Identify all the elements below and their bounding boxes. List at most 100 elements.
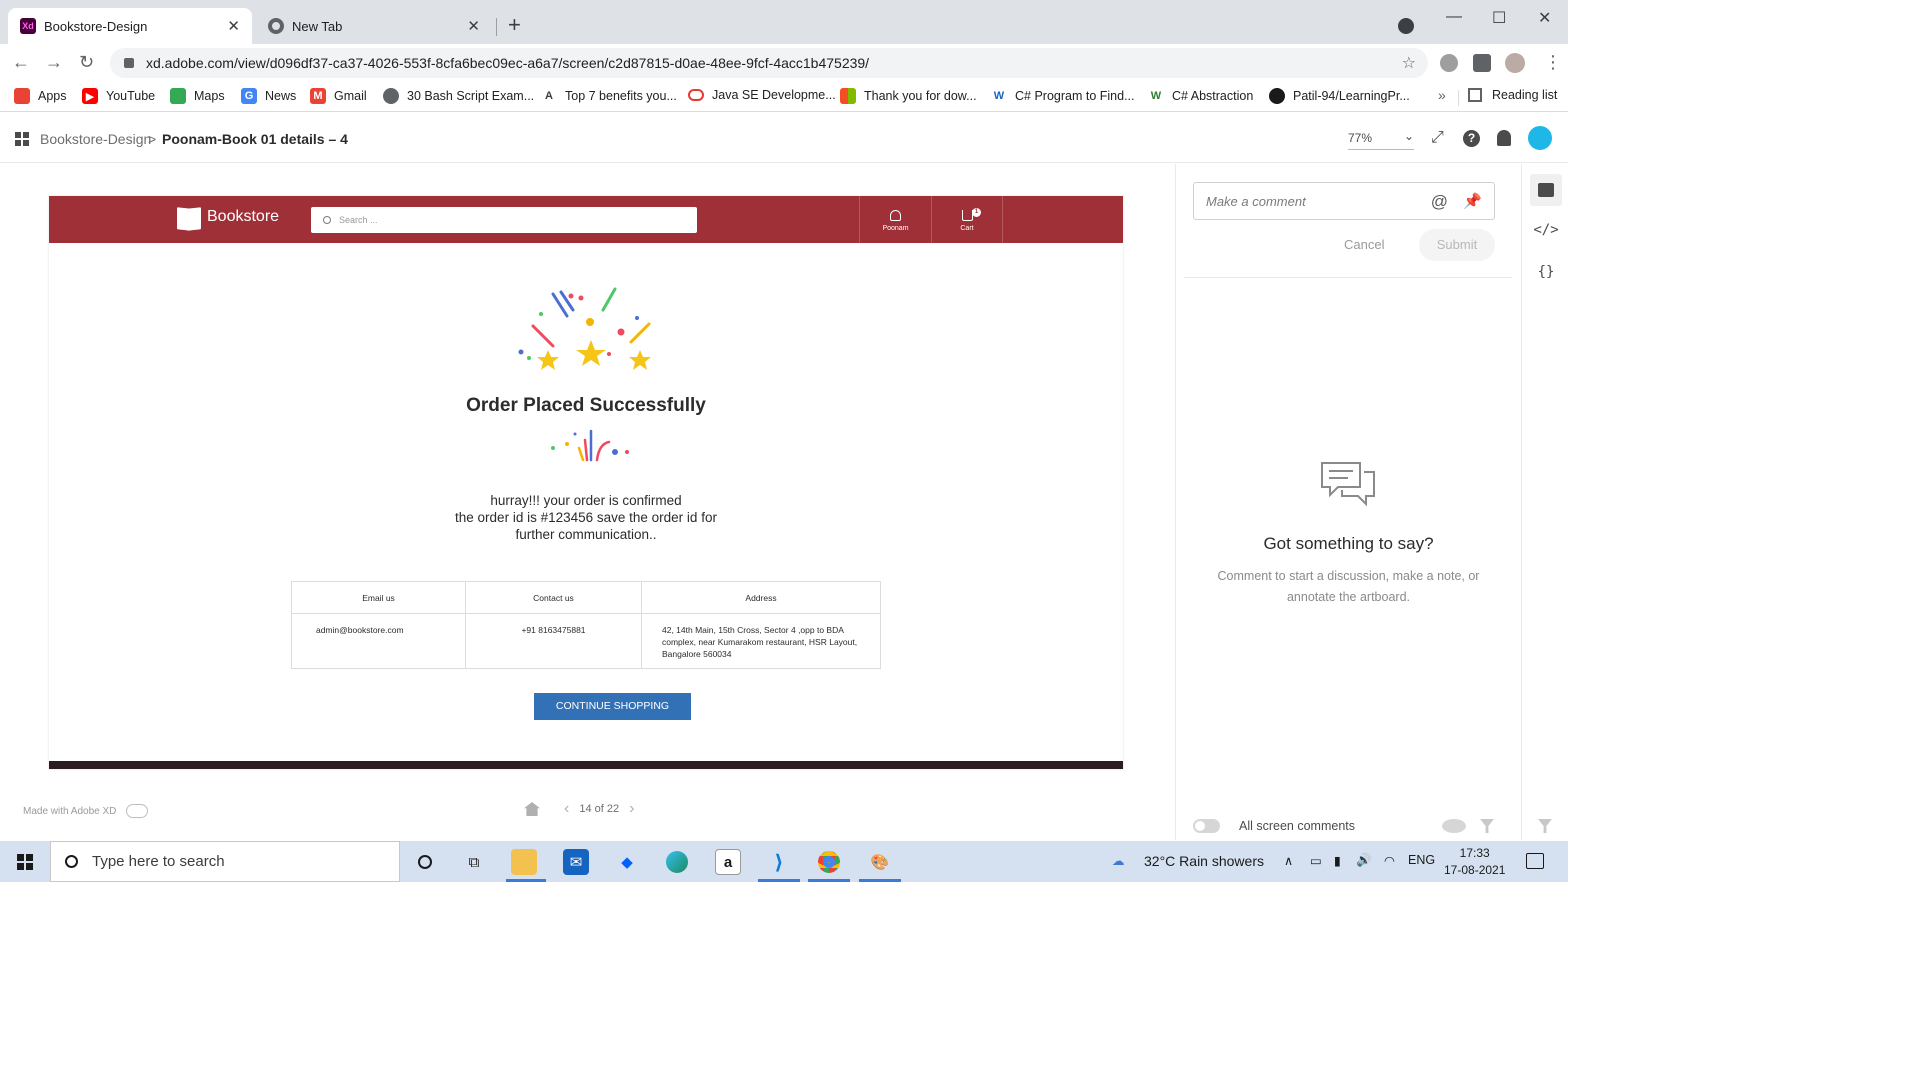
profile-avatar[interactable] (1505, 53, 1525, 73)
zoom-select[interactable]: 77% ⌄ (1348, 129, 1414, 150)
all-screen-comments-toggle[interactable] (1193, 819, 1220, 833)
help-icon[interactable]: ? (1463, 130, 1480, 147)
edge-icon[interactable] (664, 849, 690, 875)
weather-text[interactable]: 32°C Rain showers (1144, 853, 1264, 869)
home-icon[interactable] (524, 802, 540, 816)
bookmark-gmail[interactable]: M Gmail (310, 88, 367, 104)
address-bar[interactable]: xd.adobe.com/view/d096df37-ca37-4026-553… (110, 48, 1428, 78)
mail-icon[interactable]: ✉ (563, 849, 589, 875)
extension-bug-icon[interactable] (1440, 54, 1458, 72)
hide-comments-icon[interactable] (1442, 819, 1466, 833)
bookmark-news[interactable]: G News (241, 88, 296, 104)
bookmark-thankyou[interactable]: Thank you for dow... (840, 88, 977, 104)
tab-bookstore-design[interactable]: Xd Bookstore-Design ✕ (8, 8, 252, 44)
bookmark-github[interactable]: Patil-94/LearningPr... (1269, 88, 1410, 104)
new-tab-button[interactable]: + (508, 14, 521, 36)
reload-icon[interactable]: ↻ (79, 52, 94, 73)
submit-button[interactable]: Submit (1419, 229, 1495, 261)
tab-new-tab[interactable]: New Tab ✕ (256, 8, 492, 44)
fullscreen-icon[interactable]: ⤢ (1431, 129, 1444, 147)
lock-icon (124, 58, 134, 68)
user-avatar[interactable] (1528, 126, 1552, 150)
active-app-indicator (859, 879, 901, 882)
taskbar-search-placeholder: Type here to search (92, 853, 225, 870)
filter-icon[interactable] (1480, 819, 1494, 833)
bookmarks-overflow-icon[interactable]: » (1438, 87, 1446, 103)
bookmark-java[interactable]: Java SE Developme... (688, 88, 836, 102)
nav-profile[interactable]: Poonam (859, 196, 931, 243)
code-tool-button[interactable]: </> (1530, 214, 1562, 246)
a-icon: A (541, 88, 557, 104)
dropbox-icon[interactable]: ◆ (614, 849, 640, 875)
pin-icon[interactable]: 📌 (1463, 192, 1482, 210)
back-icon[interactable]: ← (12, 52, 30, 73)
bookmark-top7[interactable]: A Top 7 benefits you... (541, 88, 677, 104)
bookmark-youtube[interactable]: ▶ YouTube (82, 88, 155, 104)
address-cell: 42, 14th Main, 15th Cross, Sector 4 ,opp… (641, 613, 881, 669)
bookmark-csharp-program[interactable]: W C# Program to Find... (991, 88, 1135, 104)
tab-divider (496, 18, 497, 36)
panel-divider (1184, 277, 1512, 278)
next-screen-icon[interactable]: › (629, 800, 634, 818)
window-close-icon[interactable]: ✕ (1538, 8, 1551, 28)
message-line: further communication.. (515, 527, 657, 542)
bookmark-apps[interactable]: Apps (14, 88, 67, 104)
pager-count: 14 of 22 (579, 803, 620, 815)
specs-tool-button[interactable]: {} (1530, 256, 1562, 288)
wifi-icon[interactable]: ◠ (1384, 853, 1395, 868)
forward-icon[interactable]: → (45, 52, 63, 73)
bookmark-bash[interactable]: 30 Bash Script Exam... (383, 88, 534, 104)
comment-input[interactable]: Make a comment @ 📌 (1193, 182, 1495, 220)
tab-search-icon[interactable] (1398, 18, 1414, 34)
bookmark-csharp-abstraction[interactable]: W C# Abstraction (1148, 88, 1253, 104)
breadcrumb-project[interactable]: Bookstore-Design (40, 131, 151, 147)
meet-now-icon[interactable]: ▭ (1310, 853, 1322, 868)
clock-time: 17:33 (1459, 846, 1490, 860)
vscode-icon[interactable]: ⟩ (766, 849, 792, 875)
cancel-button[interactable]: Cancel (1344, 237, 1384, 252)
amazon-icon[interactable]: a (715, 849, 741, 875)
nav-cart[interactable]: 1 Cart (931, 196, 1003, 243)
extensions-puzzle-icon[interactable] (1473, 54, 1491, 72)
mention-icon[interactable]: @ (1431, 192, 1448, 212)
breadcrumb-chevron-icon: > (148, 131, 157, 147)
cortana-icon[interactable] (412, 849, 438, 875)
task-view-icon[interactable]: ⧉ (461, 849, 487, 875)
bookmark-star-icon[interactable]: ☆ (1402, 53, 1416, 73)
right-tool-rail: </> {} (1521, 164, 1568, 840)
xd-header: Bookstore-Design > Poonam-Book 01 detail… (0, 113, 1568, 163)
windows-start-icon[interactable] (17, 854, 33, 870)
apps-grid-icon (14, 88, 30, 104)
news-icon: G (241, 88, 257, 104)
taskbar-clock[interactable]: 17:33 17-08-2021 (1444, 845, 1505, 879)
reading-list-button[interactable]: Reading list (1468, 88, 1557, 102)
chrome-taskbar-icon[interactable] (816, 849, 842, 875)
taskbar-search-input[interactable]: Type here to search (50, 841, 400, 882)
maximize-icon[interactable]: ☐ (1492, 8, 1506, 28)
paint-icon[interactable]: 🎨 (867, 849, 893, 875)
language-indicator[interactable]: ENG (1408, 853, 1435, 867)
bookmarks-divider (1458, 90, 1459, 106)
previous-screen-icon[interactable]: ‹ (564, 800, 569, 818)
bookmark-label: Thank you for dow... (864, 89, 977, 103)
w3-icon: W (1148, 88, 1164, 104)
volume-icon[interactable]: 🔊 (1356, 853, 1372, 868)
battery-icon[interactable]: ▮ (1334, 853, 1341, 868)
notifications-bell-icon[interactable] (1497, 130, 1511, 146)
url-text[interactable]: xd.adobe.com/view/d096df37-ca37-4026-553… (146, 55, 869, 71)
app-grid-icon[interactable] (15, 132, 29, 146)
bookmark-maps[interactable]: Maps (170, 88, 225, 104)
menu-kebab-icon[interactable]: ⋮ (1544, 52, 1562, 73)
close-icon[interactable]: ✕ (227, 17, 240, 35)
browser-toolbar: ← → ↻ xd.adobe.com/view/d096df37-ca37-40… (0, 44, 1568, 82)
notification-center-icon[interactable] (1526, 853, 1544, 869)
file-explorer-icon[interactable] (511, 849, 537, 875)
store-search-input[interactable]: Search ... (311, 207, 697, 233)
continue-shopping-button[interactable]: CONTINUE SHOPPING (534, 693, 691, 720)
comments-tool-button[interactable] (1530, 174, 1562, 206)
store-logo[interactable]: Bookstore (177, 208, 279, 226)
show-hidden-icons[interactable]: ∧ (1284, 853, 1293, 868)
minimize-icon[interactable]: — (1446, 8, 1462, 26)
collapse-filter-icon[interactable] (1538, 819, 1552, 833)
close-icon[interactable]: ✕ (467, 17, 480, 35)
